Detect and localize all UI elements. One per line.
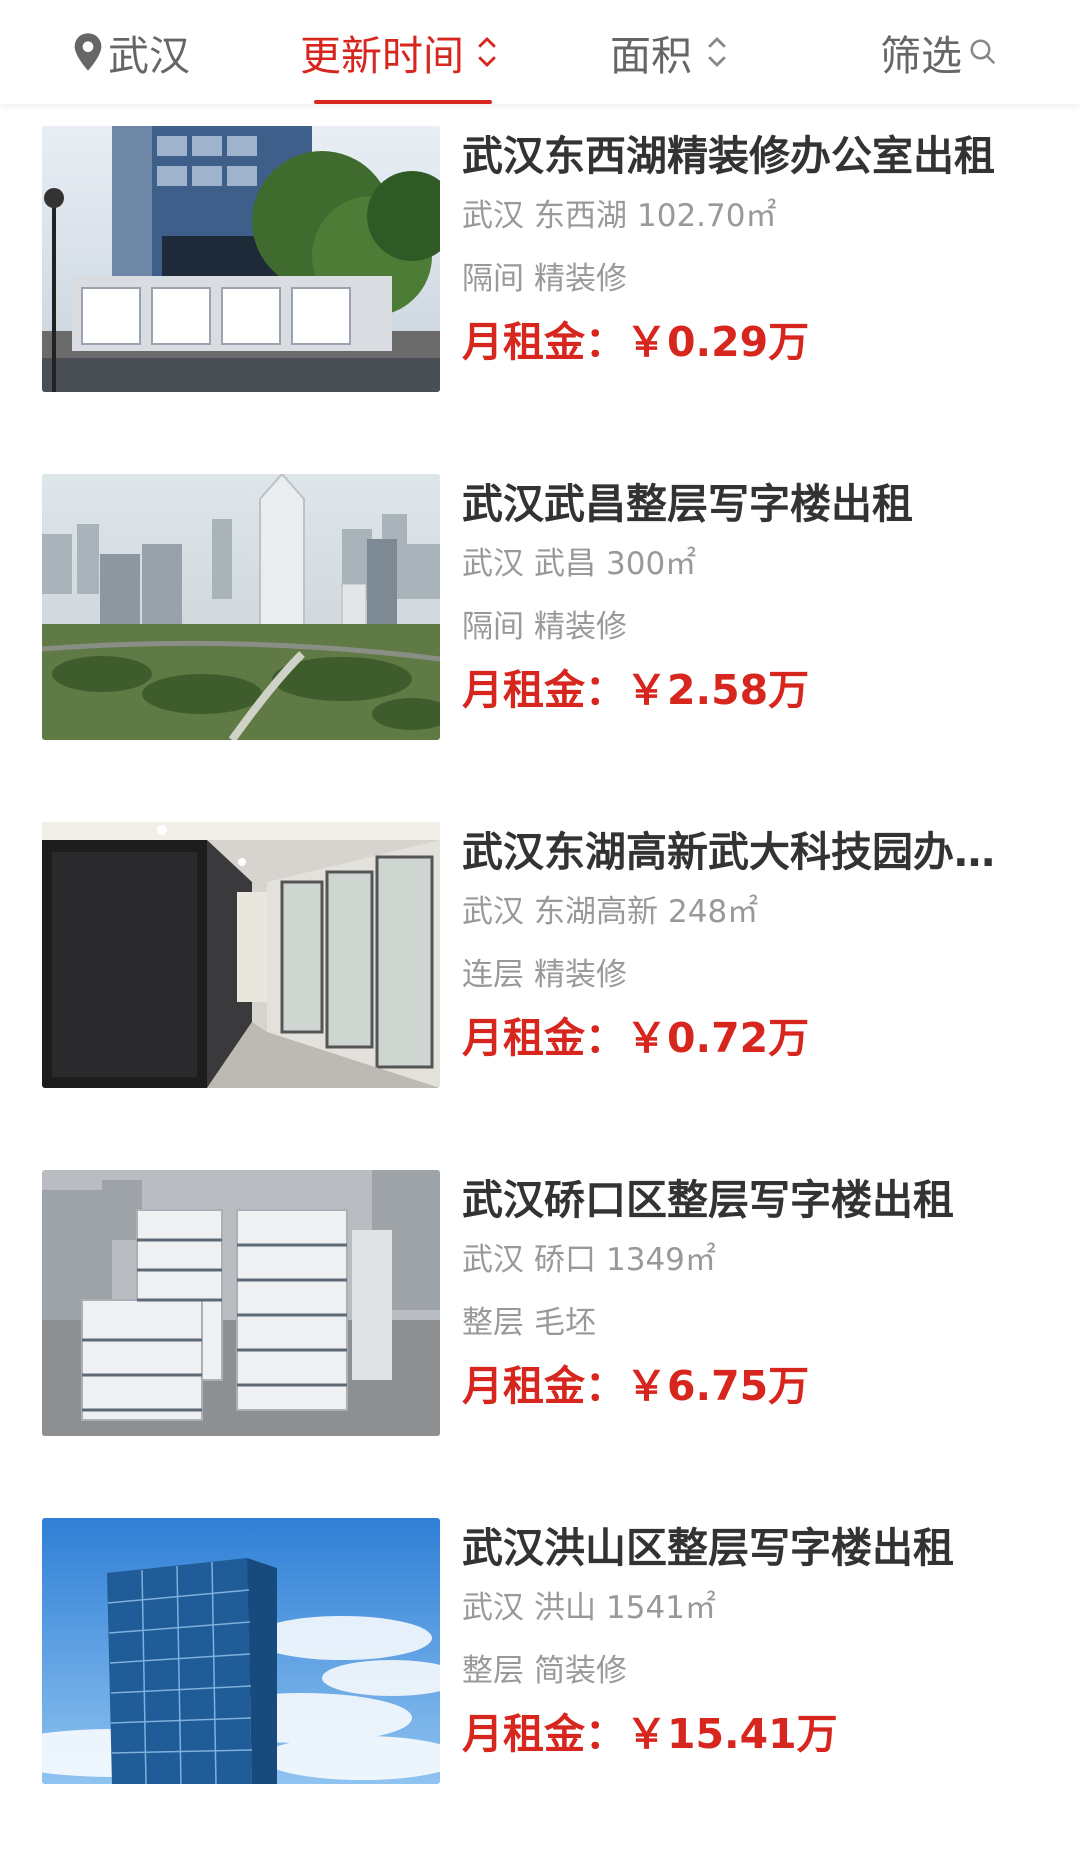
office-corridor-photo	[42, 822, 440, 1088]
listing-district: 洪山	[534, 1590, 596, 1626]
skyline-photo	[42, 474, 440, 740]
listing-city: 武汉	[462, 1242, 524, 1278]
listing-layout: 整层	[462, 1653, 524, 1689]
listing-city: 武汉	[462, 546, 524, 582]
listing-decoration: 简装修	[534, 1653, 627, 1689]
listing-decoration: 毛坯	[534, 1305, 596, 1341]
listing-tags: 整层 简装修	[462, 1651, 627, 1691]
listing-layout: 隔间	[462, 261, 524, 297]
listing-price: 月租金：￥15.41万	[462, 1704, 838, 1764]
listing-location-area: 武汉 东西湖 102.70㎡	[462, 196, 776, 236]
listing-layout: 连层	[462, 957, 524, 993]
listing-title[interactable]: 武汉东湖高新武大科技园办公室	[462, 824, 1022, 880]
listing-card[interactable]: 武汉洪山区整层写字楼出租 武汉 洪山 1541㎡ 整层 简装修 月租金：￥15.41万	[0, 1510, 1080, 1860]
price-label: 月租金：	[462, 666, 626, 714]
location-label: 武汉	[108, 32, 190, 80]
sort-area-tab[interactable]: 面积	[610, 0, 730, 104]
price-value: ￥2.58万	[626, 666, 810, 714]
location-pin-icon	[74, 33, 102, 71]
listing-photo[interactable]	[42, 474, 440, 740]
office-park-photo	[42, 126, 440, 392]
listing-district: 硚口	[534, 1242, 596, 1278]
sort-arrows-icon	[708, 36, 726, 68]
listing-city: 武汉	[462, 1590, 524, 1626]
filter-button[interactable]: 筛选	[880, 0, 998, 104]
listing-title[interactable]: 武汉武昌整层写字楼出租	[462, 476, 1022, 532]
sort-arrows-icon	[478, 36, 496, 68]
listing-location-area: 武汉 洪山 1541㎡	[462, 1588, 716, 1628]
listing-card[interactable]: 武汉武昌整层写字楼出租 武汉 武昌 300㎡ 隔间 精装修 月租金：￥2.58万	[0, 466, 1080, 816]
listing-photo[interactable]	[42, 822, 440, 1088]
listing-photo[interactable]	[42, 126, 440, 392]
listing-city: 武汉	[462, 198, 524, 234]
sort-area-label: 面积	[610, 32, 692, 80]
listing-price: 月租金：￥6.75万	[462, 1356, 809, 1416]
office-towers-photo	[42, 1170, 440, 1436]
listing-layout: 整层	[462, 1305, 524, 1341]
location-selector[interactable]: 武汉	[72, 0, 190, 104]
listing-location-area: 武汉 武昌 300㎡	[462, 544, 696, 584]
listing-district: 武昌	[534, 546, 596, 582]
listing-area: 1541㎡	[606, 1590, 716, 1626]
active-tab-underline	[314, 100, 492, 104]
glass-tower-photo	[42, 1518, 440, 1784]
listing-title[interactable]: 武汉东西湖精装修办公室出租	[462, 128, 1022, 184]
listing-price: 月租金：￥0.29万	[462, 312, 809, 372]
listing-tags: 隔间 精装修	[462, 259, 627, 299]
listing-card[interactable]: 武汉东西湖精装修办公室出租 武汉 东西湖 102.70㎡ 隔间 精装修 月租金：￥0.…	[0, 118, 1080, 468]
price-value: ￥0.72万	[626, 1014, 810, 1062]
listing-decoration: 精装修	[534, 261, 627, 297]
listing-title[interactable]: 武汉洪山区整层写字楼出租	[462, 1520, 1022, 1576]
price-label: 月租金：	[462, 1710, 626, 1758]
price-label: 月租金：	[462, 1362, 626, 1410]
filter-label: 筛选	[880, 32, 962, 80]
listing-title[interactable]: 武汉硚口区整层写字楼出租	[462, 1172, 1022, 1228]
listing-decoration: 精装修	[534, 609, 627, 645]
listing-tags: 连层 精装修	[462, 955, 627, 995]
listing-card[interactable]: 武汉东湖高新武大科技园办公室 武汉 东湖高新 248㎡ 连层 精装修 月租金：￥0.7…	[0, 814, 1080, 1164]
price-label: 月租金：	[462, 318, 626, 366]
listing-tags: 整层 毛坯	[462, 1303, 596, 1343]
search-icon	[970, 39, 996, 65]
listing-district: 东湖高新	[534, 894, 658, 930]
listing-card[interactable]: 武汉硚口区整层写字楼出租 武汉 硚口 1349㎡ 整层 毛坯 月租金：￥6.75万	[0, 1162, 1080, 1512]
listing-city: 武汉	[462, 894, 524, 930]
listing-tags: 隔间 精装修	[462, 607, 627, 647]
listing-location-area: 武汉 东湖高新 248㎡	[462, 892, 758, 932]
listing-photo[interactable]	[42, 1518, 440, 1784]
price-value: ￥0.29万	[626, 318, 810, 366]
listing-price: 月租金：￥0.72万	[462, 1008, 809, 1068]
listing-area: 248㎡	[668, 894, 759, 930]
listing-price: 月租金：￥2.58万	[462, 660, 809, 720]
sort-update-time-label: 更新时间	[300, 32, 464, 80]
price-value: ￥15.41万	[626, 1710, 838, 1758]
listing-location-area: 武汉 硚口 1349㎡	[462, 1240, 716, 1280]
listing-layout: 隔间	[462, 609, 524, 645]
top-filter-bar: 武汉 更新时间 面积 筛选	[0, 0, 1080, 104]
sort-update-time-tab[interactable]: 更新时间	[300, 0, 500, 104]
listing-area: 1349㎡	[606, 1242, 716, 1278]
listing-district: 东西湖	[534, 198, 627, 234]
price-label: 月租金：	[462, 1014, 626, 1062]
listing-photo[interactable]	[42, 1170, 440, 1436]
listing-area: 300㎡	[606, 546, 697, 582]
listing-area: 102.70㎡	[637, 198, 777, 234]
listing-decoration: 精装修	[534, 957, 627, 993]
price-value: ￥6.75万	[626, 1362, 810, 1410]
